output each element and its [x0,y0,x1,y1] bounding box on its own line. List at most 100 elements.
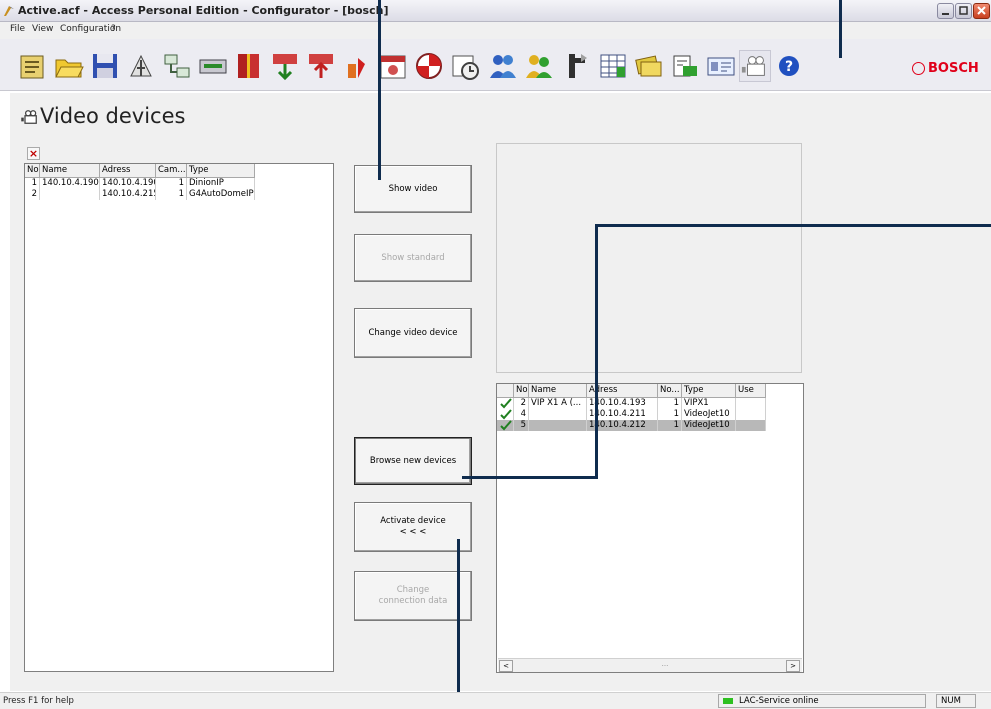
page-title: Video devices [40,104,186,128]
table-row[interactable]: 2 VIP X1 A (... 140.10.4.193 1 VIPX1 [497,398,766,409]
door-entry-icon[interactable] [269,50,301,82]
video-devices-icon[interactable] [739,50,771,82]
callout-line [462,476,598,479]
callout-line [595,224,598,479]
access-rights-icon[interactable] [559,50,591,82]
column-header[interactable]: Use [736,384,766,398]
window-title: Active.acf - Access Personal Edition - C… [18,4,389,17]
browse-new-devices-label: Browse new devices [369,455,457,466]
app-icon [3,5,15,17]
delete-button[interactable]: × [27,147,40,160]
scroll-thumb[interactable]: ... [658,660,672,672]
change-connection-data-button[interactable]: Change connection data [354,571,472,621]
cell-count: 1 [658,420,682,431]
checkmark-icon [497,420,514,431]
video-devices-icon [20,107,40,127]
browse-new-devices-button[interactable]: Browse new devices [354,437,472,485]
minimize-button[interactable] [937,3,954,19]
column-header[interactable]: No [514,384,529,398]
persons-icon[interactable] [487,50,519,82]
column-header-status[interactable] [497,384,514,398]
menu-view[interactable]: View [32,24,53,34]
door-exit-icon[interactable] [305,50,337,82]
cell-name [529,409,587,420]
cell-no: 4 [514,409,529,420]
maximize-button[interactable] [955,3,972,19]
cell-use [736,398,766,409]
menu-help[interactable]: ? [111,24,116,34]
svg-text:?: ? [785,59,793,75]
cell-adress: 140.10.4.215 [102,189,156,200]
reports-icon[interactable] [597,50,629,82]
horizontal-scrollbar[interactable]: < ... > [498,658,802,672]
cell-name: VIP X1 A (... [529,398,587,409]
assigned-devices-table[interactable]: No Name Adress Cam... Type 1 140.10.4.19… [24,163,334,672]
cell-use [736,420,766,431]
column-header[interactable]: Name [529,384,587,398]
change-video-device-button[interactable]: Change video device [354,308,472,358]
minimize-icon [942,13,949,15]
column-header[interactable]: No [25,164,40,178]
cell-type: VIPX1 [682,398,736,409]
card-layout-icon[interactable] [705,50,737,82]
column-header[interactable]: No... [658,384,682,398]
close-button[interactable] [973,3,990,19]
table-row[interactable]: 4 140.10.4.211 1 VideoJet10 [497,409,766,420]
cell-name: 140.10.4.190 [42,178,100,189]
table-row-selected[interactable]: 5 140.10.4.212 1 VideoJet10 [497,420,766,431]
cell-type: VideoJet10 [682,420,736,431]
show-standard-button[interactable]: Show standard [354,234,472,282]
help-icon[interactable]: ? [773,50,805,82]
callout-line [595,224,991,227]
cell-type: DinionIP [187,178,255,189]
open-folder-icon[interactable] [53,50,85,82]
table-header: No Name Adress No... Type Use [497,384,766,398]
card-stack-icon[interactable] [633,50,665,82]
cell-no: 5 [514,420,529,431]
activate-device-button[interactable]: Activate device < < < [354,502,472,552]
save-disk-icon[interactable] [89,50,121,82]
cell-cam: 1 [156,178,187,189]
brand-logo: BOSCH [928,61,979,76]
door-icon[interactable] [233,50,265,82]
network-icon[interactable] [161,50,193,82]
table-row[interactable]: 2 140.10.4.215 1 G4AutoDomeIP [25,189,255,200]
column-header[interactable]: Type [187,164,255,178]
cell-use [736,409,766,420]
column-header[interactable]: Cam... [156,164,187,178]
time-model-icon[interactable] [449,50,481,82]
delete-icon: × [28,147,39,160]
cell-name [529,420,587,431]
person-groups-icon[interactable] [523,50,555,82]
video-preview [496,143,802,373]
change-connection-label-1: Change [396,585,430,595]
scroll-right-button[interactable]: > [786,660,800,672]
cell-no: 2 [25,189,40,200]
maximize-icon [959,6,968,15]
cell-count: 1 [658,398,682,409]
calendar-icon[interactable] [377,50,409,82]
found-devices-table[interactable]: No Name Adress No... Type Use 2 VIP X1 A… [496,383,804,673]
card-reader-icon[interactable] [197,50,229,82]
activate-device-label: Activate device [380,516,446,526]
table-row[interactable]: 1 140.10.4.190 140.10.4.190 1 DinionIP [25,178,255,189]
fire-alarm-icon[interactable] [341,50,373,82]
printer-setup-icon[interactable] [669,50,701,82]
cell-adress: 140.10.4.190 [102,178,156,189]
show-standard-label: Show standard [381,252,445,263]
user-tools-icon[interactable] [125,50,157,82]
configurator-icon[interactable] [17,50,49,82]
cell-no: 1 [25,178,40,189]
column-header[interactable]: Name [40,164,100,178]
holiday-icon[interactable] [413,50,445,82]
cell-type: G4AutoDomeIP [189,189,255,200]
column-header[interactable]: Type [682,384,736,398]
menu-file[interactable]: File [10,24,25,34]
menu-bar [0,22,991,39]
activate-device-arrows: < < < [399,527,427,537]
cell-count: 1 [658,409,682,420]
scroll-left-button[interactable]: < [499,660,513,672]
cell-name [40,189,100,200]
column-header[interactable]: Adress [100,164,156,178]
show-video-button[interactable]: Show video [354,165,472,213]
